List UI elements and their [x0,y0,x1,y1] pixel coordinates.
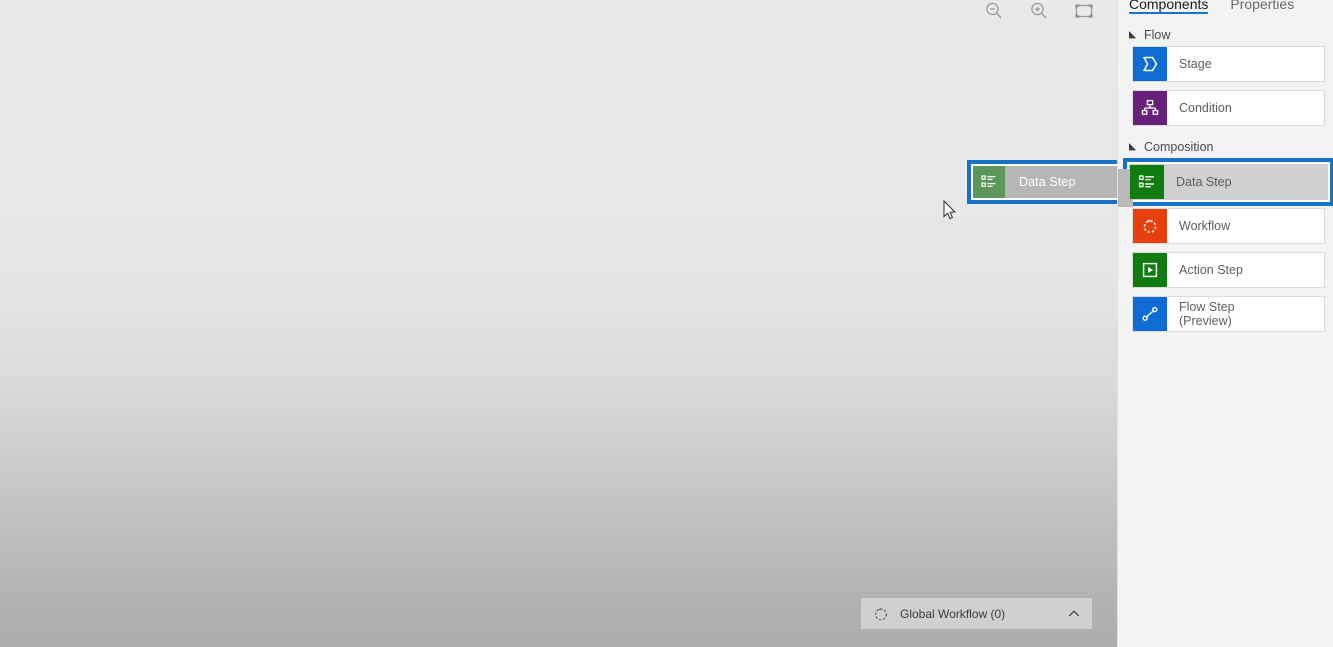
stage-icon [1133,47,1167,81]
component-item-stage[interactable]: Stage [1132,46,1325,82]
workflow-circle-icon [873,606,889,622]
component-label-workflow: Workflow [1179,219,1231,233]
flow-designer-canvas[interactable]: Data Step Global Workflow (0) [0,0,1117,647]
zoom-in-icon[interactable] [1028,0,1050,22]
data-step-icon [1130,165,1164,199]
chevron-up-icon[interactable] [1066,606,1082,622]
mouse-cursor [943,200,957,220]
workflow-circle-icon [1133,209,1167,243]
tab-components[interactable]: Components [1129,0,1209,14]
group-title-flow: Flow [1144,28,1171,42]
flow-step-icon [1133,297,1167,331]
component-item-flow-step[interactable]: Flow Step (Preview) [1132,296,1325,332]
tab-components-label: Components [1129,0,1209,12]
component-item-condition[interactable]: Condition [1132,90,1325,126]
component-label-data-step: Data Step [1176,175,1232,189]
component-group-composition: Composition Data Step Workflow Action St… [1118,136,1333,332]
component-label-stage: Stage [1179,57,1212,71]
dragged-component-label: Data Step [1019,175,1076,189]
component-label-flow-step: Flow Step (Preview) [1179,300,1235,328]
condition-icon [1133,91,1167,125]
action-step-icon [1133,253,1167,287]
component-item-action-step[interactable]: Action Step [1132,252,1325,288]
tab-properties-label: Properties [1230,0,1295,12]
panel-tab-bar: Components Properties [1118,0,1333,14]
global-workflow-label: Global Workflow (0) [900,606,1006,621]
group-header-composition[interactable]: Composition [1118,136,1333,158]
zoom-controls [983,0,1095,24]
expand-caret-icon [1128,142,1138,152]
component-group-flow: Flow Stage Condition [1118,24,1333,126]
dragged-component-body: Data Step [973,166,1117,198]
tab-properties[interactable]: Properties [1230,0,1294,14]
global-workflow-bar[interactable]: Global Workflow (0) [861,598,1092,629]
component-item-data-step[interactable]: Data Step [1118,158,1333,207]
component-list-composition: Data Step Workflow Action Step Flow Step… [1118,158,1333,332]
designer-window: Data Step Global Workflow (0) Components… [0,0,1333,647]
group-header-flow[interactable]: Flow [1118,24,1333,46]
zoom-out-icon[interactable] [983,0,1005,22]
component-item-body: Data Step [1118,164,1328,207]
selection-highlight-frame: Data Step [1118,158,1333,207]
group-title-composition: Composition [1144,140,1214,154]
data-step-icon [973,166,1005,198]
component-item-workflow[interactable]: Workflow [1132,208,1325,244]
component-list-flow: Stage Condition [1118,46,1333,126]
dragged-component-ghost[interactable]: Data Step [967,160,1117,204]
fit-to-screen-icon[interactable] [1073,0,1095,22]
components-side-panel: Components Properties Flow Stage Conditi… [1117,0,1333,647]
component-label-condition: Condition [1179,101,1232,115]
expand-caret-icon [1128,30,1138,40]
component-label-action-step: Action Step [1179,263,1243,277]
